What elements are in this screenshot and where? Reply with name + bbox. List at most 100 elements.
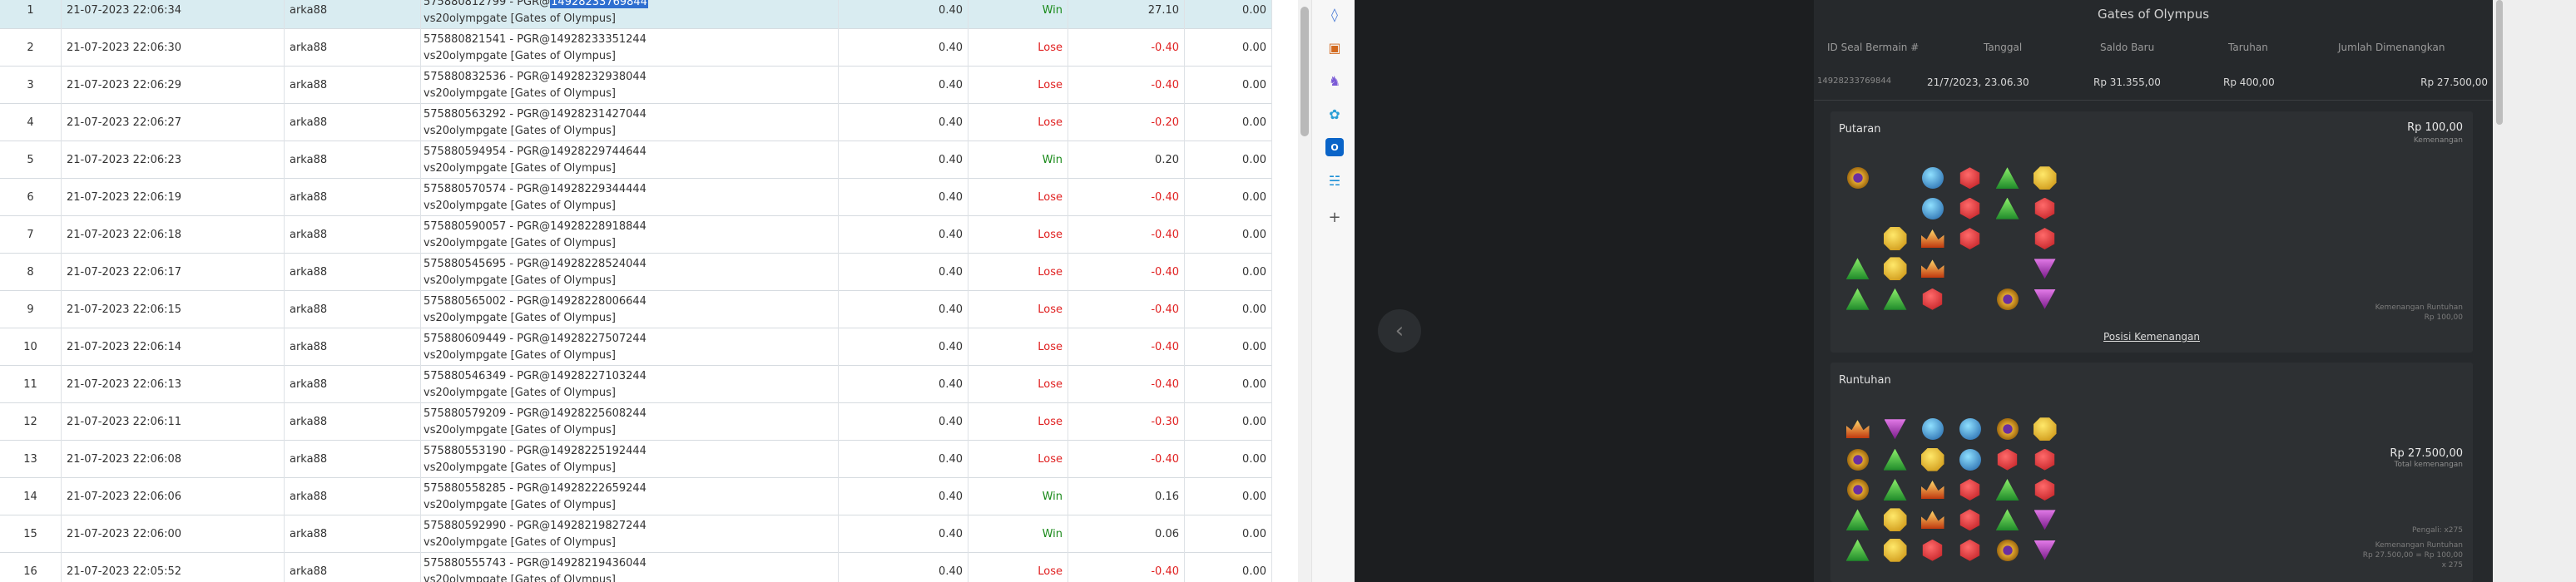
scrollbar-thumb[interactable] [1300, 7, 1309, 136]
empty-cell [1989, 224, 2026, 254]
chess-icon[interactable]: ♞ [1325, 72, 1344, 90]
table-row[interactable]: 12 21-07-2023 22:06:11 arka88 575880579209 … [0, 403, 1272, 441]
row-jackpot: 0.00 [1185, 291, 1272, 328]
row-user: arka88 [285, 216, 421, 254]
row-jackpot: 0.00 [1185, 179, 1272, 216]
table-row[interactable]: 4 21-07-2023 22:06:27 arka88 575880563292 -… [0, 104, 1272, 141]
row-winloss: -0.40 [1068, 553, 1185, 582]
row-result: Lose [968, 291, 1068, 328]
empty-cell [1839, 193, 1876, 223]
round-detail-modal: Gates of Olympus ID Seal Bermain # Tangg… [1814, 0, 2493, 582]
red-gem-icon [1951, 535, 1989, 565]
row-winloss: -0.40 [1068, 366, 1185, 403]
table-row[interactable]: 2 21-07-2023 22:06:30 arka88 575880821541 -… [0, 29, 1272, 67]
row-result: Lose [968, 67, 1068, 104]
value-bet: Rp 400,00 [2223, 76, 2275, 88]
row-user: arka88 [285, 553, 421, 582]
shopping-icon[interactable]: ☵ [1325, 171, 1344, 190]
row-game: vs20olympgate [Gates of Olympus] [424, 461, 616, 474]
row-user: arka88 [285, 141, 421, 179]
value-date: 21/7/2023, 23.06.30 [1927, 76, 2029, 88]
row-date: 21-07-2023 22:06:06 [62, 478, 285, 515]
row-date: 21-07-2023 22:06:15 [62, 291, 285, 328]
table-row[interactable]: 5 21-07-2023 22:06:23 arka88 575880594954 -… [0, 141, 1272, 179]
ring-gem-icon [1989, 284, 2026, 314]
red-gem-icon [2026, 224, 2063, 254]
row-user: arka88 [285, 403, 421, 441]
row-transaction-id: 575880592990 - PGR@14928219827244 [424, 518, 646, 535]
header-balance: Saldo Baru [2100, 42, 2155, 53]
row-game: vs20olympgate [Gates of Olympus] [424, 124, 616, 137]
row-game: vs20olympgate [Gates of Olympus] [424, 86, 616, 100]
header-win: Jumlah Dimenangkan [2338, 42, 2445, 53]
row-id-number: 14928222659244 [550, 481, 646, 495]
plus-icon[interactable]: + [1325, 208, 1344, 226]
table-row[interactable]: 13 21-07-2023 22:06:08 arka88 575880553190 … [0, 441, 1272, 478]
row-id-prefix: 575880545695 - PGR@ [424, 257, 551, 270]
row-bet: 0.40 [839, 179, 968, 216]
red-gem-icon [1951, 224, 1989, 254]
row-result: Lose [968, 216, 1068, 254]
tumble-note-line2: Rp 27.500,00 = Rp 100,00 [2362, 551, 2463, 560]
table-row[interactable]: 1 21-07-2023 22:06:34 arka88 575880812799 -… [0, 0, 1272, 29]
row-jackpot: 0.00 [1185, 29, 1272, 67]
row-jackpot: 0.00 [1185, 366, 1272, 403]
table-row[interactable]: 8 21-07-2023 22:06:17 arka88 575880545695 -… [0, 254, 1272, 291]
green-gem-icon [1989, 193, 2026, 223]
table-row[interactable]: 16 21-07-2023 22:05:52 arka88 575880555743 … [0, 553, 1272, 582]
outlook-icon[interactable]: O [1325, 138, 1344, 156]
table-row[interactable]: 11 21-07-2023 22:06:13 arka88 575880546349 … [0, 366, 1272, 403]
row-id-prefix: 575880594954 - PGR@ [424, 145, 551, 158]
row-id-prefix: 575880555743 - PGR@ [424, 556, 551, 570]
empty-cell [1989, 254, 2026, 284]
row-result: Lose [968, 254, 1068, 291]
table-scrollbar[interactable] [1298, 0, 1311, 582]
row-bet: 0.40 [839, 104, 968, 141]
row-game: vs20olympgate [Gates of Olympus] [424, 423, 616, 436]
row-result: Lose [968, 403, 1068, 441]
row-bet: 0.40 [839, 515, 968, 553]
row-transaction-id: 575880594954 - PGR@14928229744644 [424, 144, 646, 160]
red-gem-icon [2026, 475, 2063, 505]
table-row[interactable]: 3 21-07-2023 22:06:29 arka88 575880832536 -… [0, 67, 1272, 104]
row-bet: 0.40 [839, 67, 968, 104]
spin-symbol-grid [1839, 163, 2063, 314]
briefcase-icon[interactable]: ▣ [1325, 38, 1344, 57]
table-row[interactable]: 14 21-07-2023 22:06:06 arka88 575880558285 … [0, 478, 1272, 515]
copilot-icon[interactable]: ✿ [1325, 105, 1344, 123]
row-number: 14 [0, 478, 62, 515]
tag-icon[interactable]: ◊ [1325, 5, 1344, 23]
win-position-link[interactable]: Posisi Kemenangan [2103, 331, 2200, 343]
yellow-gem-icon [1876, 505, 1914, 535]
back-button[interactable]: ‹ [1378, 309, 1421, 353]
row-jackpot: 0.00 [1185, 0, 1272, 29]
row-result: Lose [968, 179, 1068, 216]
row-number: 15 [0, 515, 62, 553]
blue-gem-icon [1914, 193, 1951, 223]
green-gem-icon [1989, 163, 2026, 193]
green-gem-icon [1989, 475, 2026, 505]
table-row[interactable]: 6 21-07-2023 22:06:19 arka88 575880570574 -… [0, 179, 1272, 216]
row-winloss: -0.30 [1068, 403, 1185, 441]
row-transaction-id: 575880832536 - PGR@14928232938044 [424, 69, 646, 86]
row-user: arka88 [285, 179, 421, 216]
row-transaction-id: 575880821541 - PGR@14928233351244 [424, 32, 646, 48]
empty-cell [1876, 193, 1914, 223]
green-gem-icon [1876, 444, 1914, 474]
row-date: 21-07-2023 22:06:23 [62, 141, 285, 179]
table-row[interactable]: 10 21-07-2023 22:06:14 arka88 575880609449 … [0, 328, 1272, 366]
red-gem-icon [1914, 284, 1951, 314]
tumble-card: Runtuhan Rp 27.500,00 Total kemenangan P… [1830, 363, 2473, 582]
row-transaction: 575880558285 - PGR@14928222659244 vs20oly… [421, 478, 839, 515]
row-result: Lose [968, 104, 1068, 141]
tumble-note-line3: x 275 [2441, 561, 2463, 570]
table-row[interactable]: 9 21-07-2023 22:06:15 arka88 575880565002 -… [0, 291, 1272, 328]
table-row[interactable]: 15 21-07-2023 22:06:00 arka88 575880592990 … [0, 515, 1272, 553]
value-id: 14928233769844 [1817, 76, 1892, 86]
chevron-left-icon: ‹ [1395, 318, 1404, 343]
table-row[interactable]: 7 21-07-2023 22:06:18 arka88 575880590057 -… [0, 216, 1272, 254]
modal-scrollbar[interactable] [2493, 0, 2576, 582]
row-game: vs20olympgate [Gates of Olympus] [424, 12, 616, 25]
row-transaction-id: 575880563292 - PGR@14928231427044 [424, 106, 646, 123]
modal-scrollbar-thumb[interactable] [2496, 0, 2503, 125]
